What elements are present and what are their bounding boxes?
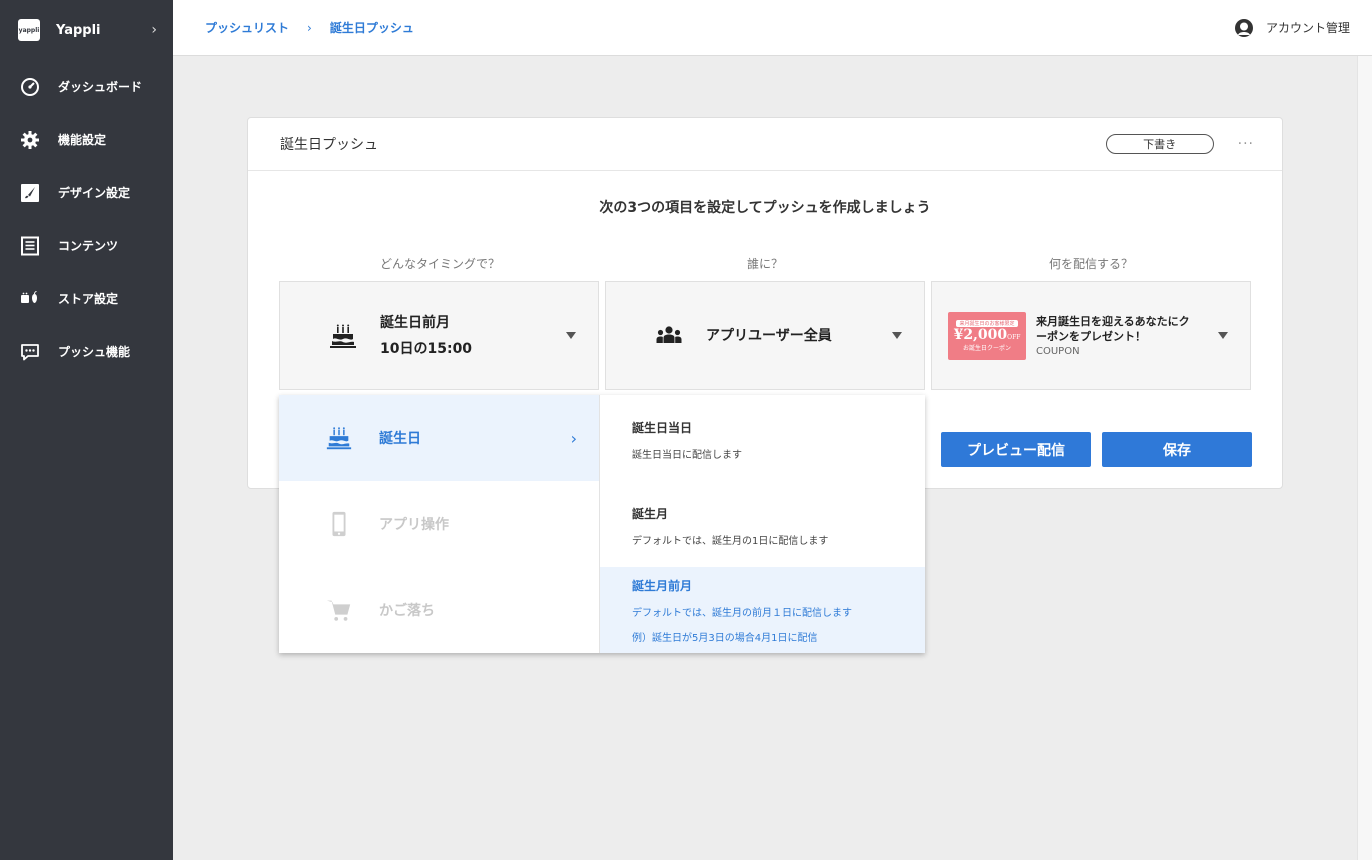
category-label: 誕生日 bbox=[379, 431, 421, 447]
scrollbar[interactable] bbox=[1357, 56, 1372, 860]
caret-down-icon bbox=[566, 332, 576, 339]
card-header: 誕生日プッシュ 下書き ··· bbox=[248, 118, 1282, 171]
birthday-cake-icon bbox=[326, 427, 352, 450]
chevron-right-icon: › bbox=[570, 428, 577, 448]
account-icon bbox=[1234, 18, 1253, 37]
account-menu[interactable]: アカウント管理 bbox=[1234, 18, 1350, 38]
chevron-right-icon: › bbox=[151, 22, 157, 38]
category-app-action: アプリ操作 bbox=[279, 481, 599, 567]
dashboard-icon bbox=[20, 77, 40, 97]
option-title: 誕生月前月 bbox=[632, 579, 693, 593]
option-month-before-birthday[interactable]: 誕生月前月 デフォルトでは、誕生月の前月１日に配信します 例）誕生日が5月3日の… bbox=[600, 567, 925, 653]
content-type-tag: COUPON bbox=[1036, 346, 1080, 357]
document-icon bbox=[20, 236, 40, 256]
card-title: 誕生日プッシュ bbox=[280, 137, 378, 153]
brush-icon bbox=[20, 183, 40, 203]
trigger-category-list: 誕生日 › アプリ操作 かご落ち bbox=[279, 395, 600, 653]
target-value: アプリユーザー全員 bbox=[706, 327, 832, 344]
sidebar: yappli Yappli › ダッシュボード 機能設定 デザイン設定 コンテン… bbox=[0, 0, 173, 860]
option-description: デフォルトでは、誕生月の1日に配信します bbox=[632, 536, 829, 547]
option-description: デフォルトでは、誕生月の前月１日に配信します bbox=[632, 608, 852, 619]
timing-dropdown: 誕生日 › アプリ操作 かご落ち 誕生日当日 誕生日当日に配信します 誕生月 デ… bbox=[279, 395, 925, 653]
status-badge: 下書き bbox=[1105, 134, 1214, 154]
content-label: 何を配信する？ bbox=[1048, 257, 1133, 271]
yappli-logo-icon: yappli bbox=[18, 19, 40, 41]
target-select[interactable]: アプリユーザー全員 bbox=[605, 281, 925, 390]
coupon-bottom-text: お誕生日クーポン bbox=[962, 344, 1011, 352]
timing-line-1: 誕生日前月 bbox=[380, 314, 450, 331]
option-example: 例）誕生日が5月3日の場合4月1日に配信 bbox=[632, 633, 818, 644]
target-label: 誰に？ bbox=[746, 257, 783, 271]
top-bar: プッシュリスト › 誕生日プッシュ アカウント管理 bbox=[173, 0, 1372, 56]
category-cart-abandon: かご落ち bbox=[279, 567, 599, 653]
save-button[interactable]: 保存 bbox=[1102, 432, 1252, 467]
content-title: 来月誕生日を迎えるあなたにクーポンをプレゼント！ bbox=[1036, 315, 1190, 343]
coupon-thumbnail: 来月誕生日のお客様限定 ¥2,000OFF お誕生日クーポン bbox=[948, 311, 1026, 360]
sidebar-item-design[interactable]: デザイン設定 bbox=[0, 166, 173, 219]
sidebar-item-push[interactable]: プッシュ機能 bbox=[0, 325, 173, 378]
store-icon bbox=[20, 289, 40, 309]
shopping-cart-icon bbox=[326, 600, 351, 621]
breadcrumb-current: 誕生日プッシュ bbox=[329, 21, 414, 35]
category-birthday[interactable]: 誕生日 › bbox=[279, 395, 599, 481]
option-title: 誕生日当日 bbox=[632, 421, 693, 435]
chat-bubble-icon bbox=[20, 342, 40, 362]
gear-icon bbox=[20, 130, 40, 150]
smartphone-icon bbox=[332, 511, 346, 537]
option-birthday-day[interactable]: 誕生日当日 誕生日当日に配信します bbox=[600, 395, 925, 481]
option-description: 誕生日当日に配信します bbox=[632, 450, 742, 461]
account-label: アカウント管理 bbox=[1265, 21, 1350, 35]
breadcrumb-separator: › bbox=[307, 20, 312, 35]
sidebar-item-contents[interactable]: コンテンツ bbox=[0, 219, 173, 272]
birthday-cake-icon bbox=[330, 324, 356, 348]
timing-label: どんなタイミングで？ bbox=[379, 257, 500, 271]
sidebar-item-label: プッシュ機能 bbox=[58, 345, 131, 359]
sidebar-item-store[interactable]: ストア設定 bbox=[0, 272, 173, 325]
sidebar-item-label: 機能設定 bbox=[58, 133, 107, 147]
sidebar-item-label: ダッシュボード bbox=[58, 80, 143, 94]
timing-select[interactable]: 誕生日前月 10日の15:00 bbox=[279, 281, 599, 390]
timing-option-list: 誕生日当日 誕生日当日に配信します 誕生月 デフォルトでは、誕生月の1日に配信し… bbox=[600, 395, 925, 653]
coupon-off: OFF bbox=[1007, 333, 1021, 341]
timing-line-2: 10日の15:00 bbox=[380, 340, 473, 357]
preview-send-button[interactable]: プレビュー配信 bbox=[941, 432, 1091, 467]
option-birthday-month[interactable]: 誕生月 デフォルトでは、誕生月の1日に配信します bbox=[600, 481, 925, 567]
sidebar-item-features[interactable]: 機能設定 bbox=[0, 113, 173, 166]
category-label: アプリ操作 bbox=[379, 517, 449, 533]
coupon-top-text: 来月誕生日のお客様限定 bbox=[956, 319, 1018, 327]
brand-name: Yappli bbox=[56, 22, 101, 38]
category-label: かご落ち bbox=[379, 603, 435, 619]
option-title: 誕生月 bbox=[632, 507, 669, 521]
breadcrumb-push-list[interactable]: プッシュリスト bbox=[205, 19, 289, 36]
content-select[interactable]: 来月誕生日のお客様限定 ¥2,000OFF お誕生日クーポン 来月誕生日を迎える… bbox=[931, 281, 1251, 390]
coupon-amount: ¥2,000 bbox=[953, 326, 1008, 343]
sidebar-item-dashboard[interactable]: ダッシュボード bbox=[0, 60, 173, 113]
sidebar-item-label: コンテンツ bbox=[58, 239, 119, 253]
caret-down-icon bbox=[1218, 332, 1228, 339]
sidebar-item-label: ストア設定 bbox=[58, 292, 119, 306]
sidebar-item-label: デザイン設定 bbox=[58, 186, 131, 200]
caret-down-icon bbox=[892, 332, 902, 339]
more-options-icon[interactable]: ··· bbox=[1238, 136, 1254, 152]
brand-switcher[interactable]: yappli Yappli › bbox=[0, 0, 173, 60]
users-group-icon bbox=[656, 325, 682, 343]
instruction-heading: 次の3つの項目を設定してプッシュを作成しましょう bbox=[599, 200, 931, 216]
